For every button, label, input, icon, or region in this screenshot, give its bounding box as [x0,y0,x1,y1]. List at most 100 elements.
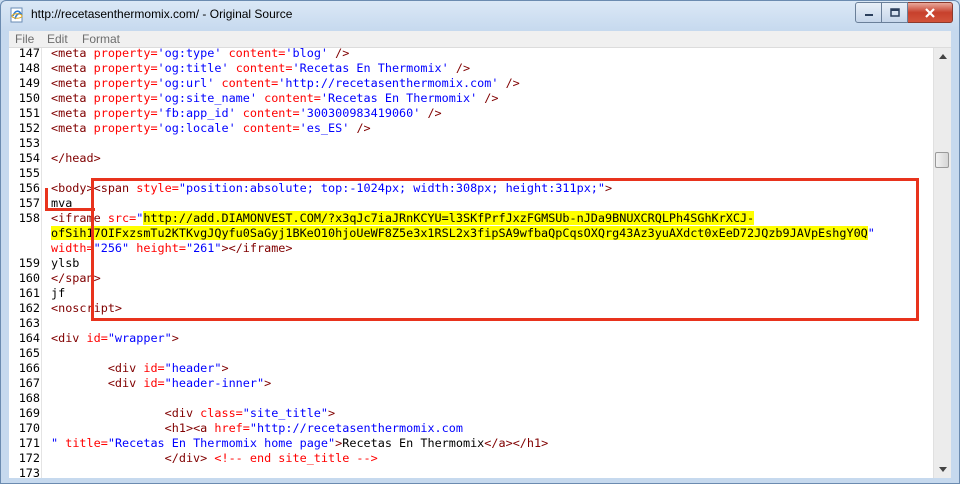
scroll-thumb[interactable] [935,152,949,168]
line-number: 152 [18,121,40,135]
code-token: > [328,406,336,420]
code-token: class= [200,406,243,420]
code-token: 'Recetas En Thermomix' [320,91,485,105]
line-number: 171 [18,436,40,450]
code-token: property= [93,121,158,135]
code-token: id= [86,331,108,345]
scroll-up-button[interactable] [934,48,951,65]
code-token: /> [356,121,371,135]
code-token: id= [143,361,165,375]
code-token: 'es_ES' [299,121,357,135]
line-number: 160 [18,271,40,285]
code-token: <div [51,331,87,345]
code-token: 'og:url' [157,76,222,90]
menu-file[interactable]: File [15,32,34,46]
line-number: 148 [18,61,40,75]
code-token: "Recetas En Thermomix home page" [107,436,336,450]
code-token: content= [264,91,321,105]
source-window: http://recetasenthermomix.com/ - Origina… [0,0,960,484]
line-number: 170 [18,421,40,435]
code-line: <meta property='og:type' content='blog' … [51,47,931,61]
code-token: 'fb:app_id' [157,106,243,120]
line-number: 164 [18,331,40,345]
code-token: "wrapper" [107,331,172,345]
close-button[interactable] [908,2,953,23]
code-token: property= [93,47,158,60]
code-token: <meta [51,61,94,75]
line-number: 158 [18,211,40,225]
code-token: <div [107,376,144,390]
code-token: property= [93,91,158,105]
code-token: <div [107,361,144,375]
code-line: <meta property='fb:app_id' content='3003… [51,106,931,121]
code-token: <h1> [164,421,194,435]
code-token: content= [235,61,293,75]
code-line: <div id="wrapper"> [51,331,931,346]
code-token: " [51,436,66,450]
line-number: 159 [18,256,40,270]
source-view[interactable]: 147 <meta property='og:type' content='blo… [9,47,951,478]
code-token: /> [505,76,520,90]
title-bar[interactable]: http://recetasenthermomix.com/ - Origina… [1,1,959,29]
code-token: width= [51,241,94,255]
code-token: /> [335,47,350,60]
code-token: property= [93,61,158,75]
code-line: <div id="header-inner"> [51,376,931,391]
code-token: <meta [51,121,94,135]
code-token: 'og:type' [157,47,229,60]
code-token: > [221,361,229,375]
vertical-scrollbar[interactable] [933,48,951,478]
code-token: <meta [51,106,94,120]
code-token: 'blog' [285,47,336,60]
code-token: "http://recetasenthermomix.com [249,421,463,435]
minimize-button[interactable] [855,2,882,23]
line-number: 156 [18,181,40,195]
code-token: content= [242,121,300,135]
line-number: 153 [18,136,40,150]
annotation-box-body [91,178,919,321]
maximize-icon [889,8,900,17]
code-line: <meta property='og:locale' content='es_E… [51,121,931,136]
code-token: <a [193,421,215,435]
code-token: </head> [51,151,101,165]
line-number: 150 [18,91,40,105]
code-token: jf [51,286,66,300]
window-title: http://recetasenthermomix.com/ - Origina… [31,7,293,21]
code-token: </div> [164,451,215,465]
line-number: 168 [18,391,40,405]
code-token: 'og:locale' [157,121,243,135]
code-token: <meta [51,91,94,105]
code-token: href= [214,421,250,435]
line-number: 151 [18,106,40,120]
menu-edit[interactable]: Edit [47,32,68,46]
chevron-up-icon [938,54,947,59]
code-token: <meta [51,47,94,60]
maximize-button[interactable] [882,2,908,23]
menu-format[interactable]: Format [82,32,120,46]
line-number: 149 [18,76,40,90]
code-token: /> [455,61,471,75]
code-line: <meta property='og:url' content='http://… [51,76,931,91]
code-token: <!-- end site_title --> [214,451,378,465]
code-token: id= [143,376,165,390]
line-number: 161 [18,286,40,300]
scroll-down-button[interactable] [934,461,951,478]
line-number: 167 [18,376,40,390]
code-token: Recetas En Thermomix [342,436,485,450]
line-number: 169 [18,406,40,420]
line-number: 157 [18,196,40,210]
document-icon [10,7,23,23]
code-token: 'Recetas En Thermomix' [292,61,456,75]
line-number: 155 [18,166,40,180]
code-token: /> [427,106,442,120]
line-number: 154 [18,151,40,165]
code-token: property= [93,106,158,120]
code-token: </a></h1> [484,436,549,450]
